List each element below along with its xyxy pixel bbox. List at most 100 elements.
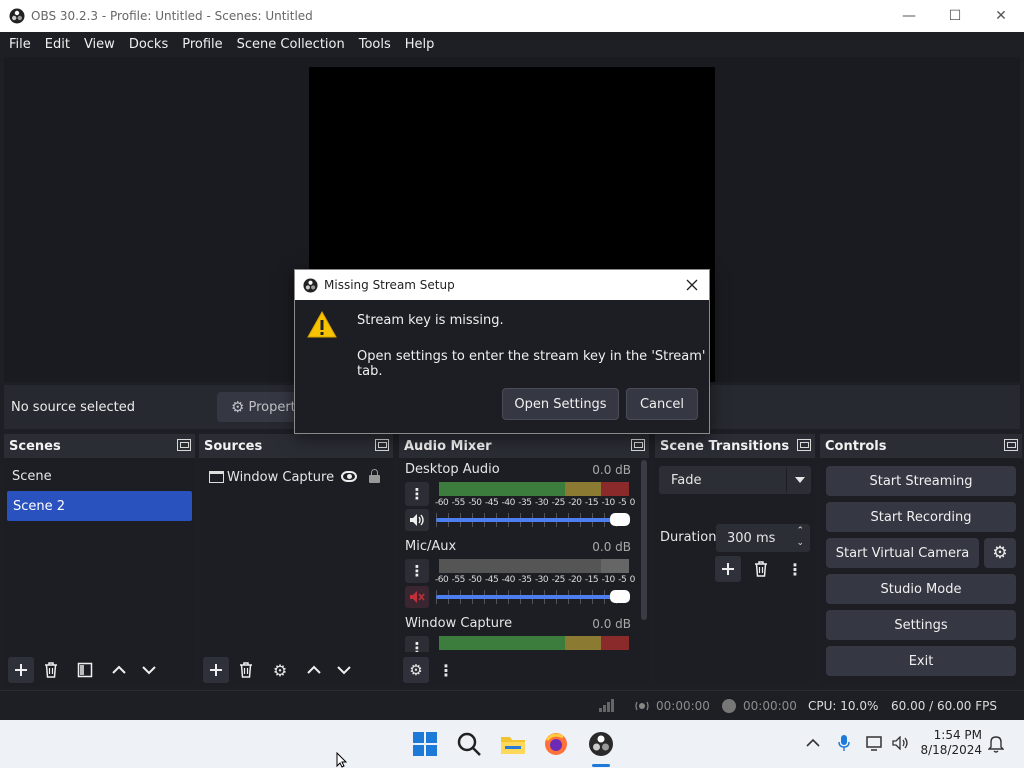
volume-slider[interactable] bbox=[436, 518, 628, 522]
duration-value: 300 ms bbox=[727, 530, 776, 546]
open-settings-button[interactable]: Open Settings bbox=[502, 388, 619, 420]
add-source-button[interactable] bbox=[203, 657, 229, 683]
menu-help[interactable]: Help bbox=[398, 37, 442, 52]
maximize-button[interactable]: ☐ bbox=[932, 0, 978, 32]
transition-selected: Fade bbox=[671, 472, 702, 488]
chevron-down-icon bbox=[795, 477, 805, 483]
mute-toggle-button[interactable] bbox=[405, 586, 429, 608]
dialog-message-detail: Open settings to enter the stream key in… bbox=[357, 349, 706, 379]
title-bar: OBS 30.2.3 - Profile: Untitled - Scenes:… bbox=[0, 0, 1024, 32]
menu-view[interactable]: View bbox=[77, 37, 122, 52]
volume-slider[interactable] bbox=[436, 595, 628, 599]
windows-start-icon[interactable] bbox=[412, 731, 438, 757]
cancel-button[interactable]: Cancel bbox=[626, 388, 698, 420]
source-properties-button[interactable]: ⚙ bbox=[267, 657, 293, 683]
mixer-menu-button[interactable]: ⋮ bbox=[433, 657, 459, 683]
mute-toggle-button[interactable] bbox=[405, 509, 429, 531]
undock-icon[interactable] bbox=[631, 439, 645, 451]
system-clock[interactable]: 1:54 PM 8/18/2024 bbox=[920, 728, 982, 758]
dialog-title: Missing Stream Setup bbox=[324, 278, 455, 292]
sources-toolbar: ⚙ bbox=[199, 654, 393, 686]
mixer-scrollbar[interactable] bbox=[641, 460, 647, 620]
dialog-close-button[interactable] bbox=[683, 276, 701, 294]
microphone-icon[interactable] bbox=[838, 734, 850, 752]
stream-time: 00:00:00 bbox=[656, 699, 710, 713]
volume-slider-handle[interactable] bbox=[610, 513, 630, 526]
remove-source-button[interactable] bbox=[233, 657, 259, 683]
settings-button[interactable]: Settings bbox=[826, 610, 1016, 640]
volume-icon[interactable] bbox=[892, 736, 910, 750]
network-icon[interactable] bbox=[866, 735, 884, 751]
audio-mixer-header: Audio Mixer bbox=[399, 434, 649, 458]
sources-dock-header: Sources bbox=[199, 434, 393, 458]
scene-transitions-dock: Scene Transitions Fade Duration 300 ms ⌃… bbox=[655, 434, 815, 686]
dialog-title-bar: Missing Stream Setup bbox=[295, 270, 709, 300]
status-bar: 00:00:00 00:00:00 CPU: 10.0% 60.00 / 60.… bbox=[0, 690, 1024, 720]
scene-item[interactable]: Scene bbox=[4, 461, 195, 491]
firefox-icon[interactable] bbox=[543, 731, 569, 757]
move-source-down-button[interactable] bbox=[331, 657, 357, 683]
add-scene-button[interactable] bbox=[8, 657, 34, 683]
scenes-toolbar bbox=[4, 654, 195, 686]
remove-scene-button[interactable] bbox=[38, 657, 64, 683]
undock-icon[interactable] bbox=[177, 439, 191, 451]
channel-menu-button[interactable]: ⋮ bbox=[405, 636, 429, 652]
undock-icon[interactable] bbox=[375, 439, 389, 451]
close-window-button[interactable]: ✕ bbox=[978, 0, 1024, 32]
move-scene-down-button[interactable] bbox=[136, 657, 162, 683]
channel-menu-button[interactable]: ⋮ bbox=[405, 559, 429, 583]
virtual-camera-settings-button[interactable]: ⚙ bbox=[984, 538, 1016, 568]
channel-name: Window Capture bbox=[405, 616, 513, 631]
undock-icon[interactable] bbox=[1004, 439, 1018, 451]
menu-edit[interactable]: Edit bbox=[38, 37, 77, 52]
mixer-toolbar: ⚙ ⋮ bbox=[399, 654, 649, 686]
scenes-dock: Scenes Scene Scene 2 bbox=[4, 434, 195, 686]
start-virtual-camera-button[interactable]: Start Virtual Camera bbox=[826, 538, 979, 568]
start-streaming-button[interactable]: Start Streaming bbox=[826, 466, 1016, 496]
chevron-up-icon[interactable] bbox=[806, 738, 820, 748]
channel-db: 0.0 dB bbox=[592, 617, 631, 631]
minimize-button[interactable]: — bbox=[886, 0, 932, 32]
menu-tools[interactable]: Tools bbox=[352, 37, 398, 52]
window-title: OBS 30.2.3 - Profile: Untitled - Scenes:… bbox=[31, 9, 313, 23]
file-explorer-icon[interactable] bbox=[500, 731, 526, 757]
menu-docks[interactable]: Docks bbox=[122, 37, 175, 52]
menu-file[interactable]: File bbox=[2, 37, 38, 52]
eye-icon[interactable] bbox=[341, 471, 357, 482]
chevron-down-icon bbox=[337, 666, 351, 675]
chevron-down-icon bbox=[142, 666, 156, 675]
notification-bell-icon[interactable] bbox=[988, 735, 1004, 753]
advanced-audio-button[interactable]: ⚙ bbox=[403, 657, 429, 683]
scene-item-selected[interactable]: Scene 2 bbox=[7, 491, 192, 521]
search-icon[interactable] bbox=[456, 731, 482, 757]
studio-mode-button[interactable]: Studio Mode bbox=[826, 574, 1016, 604]
duration-spinbox[interactable]: 300 ms ⌃ ⌄ bbox=[716, 524, 810, 552]
channel-db: 0.0 dB bbox=[592, 463, 631, 477]
volume-slider-handle[interactable] bbox=[610, 590, 630, 603]
menu-profile[interactable]: Profile bbox=[175, 37, 229, 52]
scene-filters-button[interactable] bbox=[72, 657, 98, 683]
add-transition-button[interactable] bbox=[715, 556, 741, 582]
channel-menu-button[interactable]: ⋮ bbox=[405, 482, 429, 506]
transition-select[interactable]: Fade bbox=[659, 466, 811, 494]
close-icon bbox=[686, 279, 698, 291]
move-source-up-button[interactable] bbox=[301, 657, 327, 683]
gears-icon: ⚙ bbox=[409, 661, 423, 679]
obs-taskbar-icon[interactable] bbox=[588, 731, 614, 757]
start-recording-button[interactable]: Start Recording bbox=[826, 502, 1016, 532]
menu-scene-collection[interactable]: Scene Collection bbox=[230, 37, 352, 52]
exit-button[interactable]: Exit bbox=[826, 646, 1016, 676]
move-scene-up-button[interactable] bbox=[106, 657, 132, 683]
spin-down-icon[interactable]: ⌄ bbox=[796, 538, 804, 548]
obs-logo-icon bbox=[303, 277, 318, 293]
undock-icon[interactable] bbox=[797, 439, 811, 451]
spin-up-icon[interactable]: ⌃ bbox=[796, 526, 804, 536]
stream-status-icon bbox=[635, 701, 649, 711]
source-item[interactable]: Window Capture bbox=[199, 462, 393, 492]
transition-menu-button[interactable]: ⋮ bbox=[782, 556, 808, 582]
volume-meter bbox=[439, 636, 629, 650]
lock-icon[interactable] bbox=[369, 469, 380, 483]
trash-icon bbox=[240, 662, 252, 678]
volume-meter bbox=[439, 482, 629, 496]
remove-transition-button[interactable] bbox=[748, 556, 774, 582]
